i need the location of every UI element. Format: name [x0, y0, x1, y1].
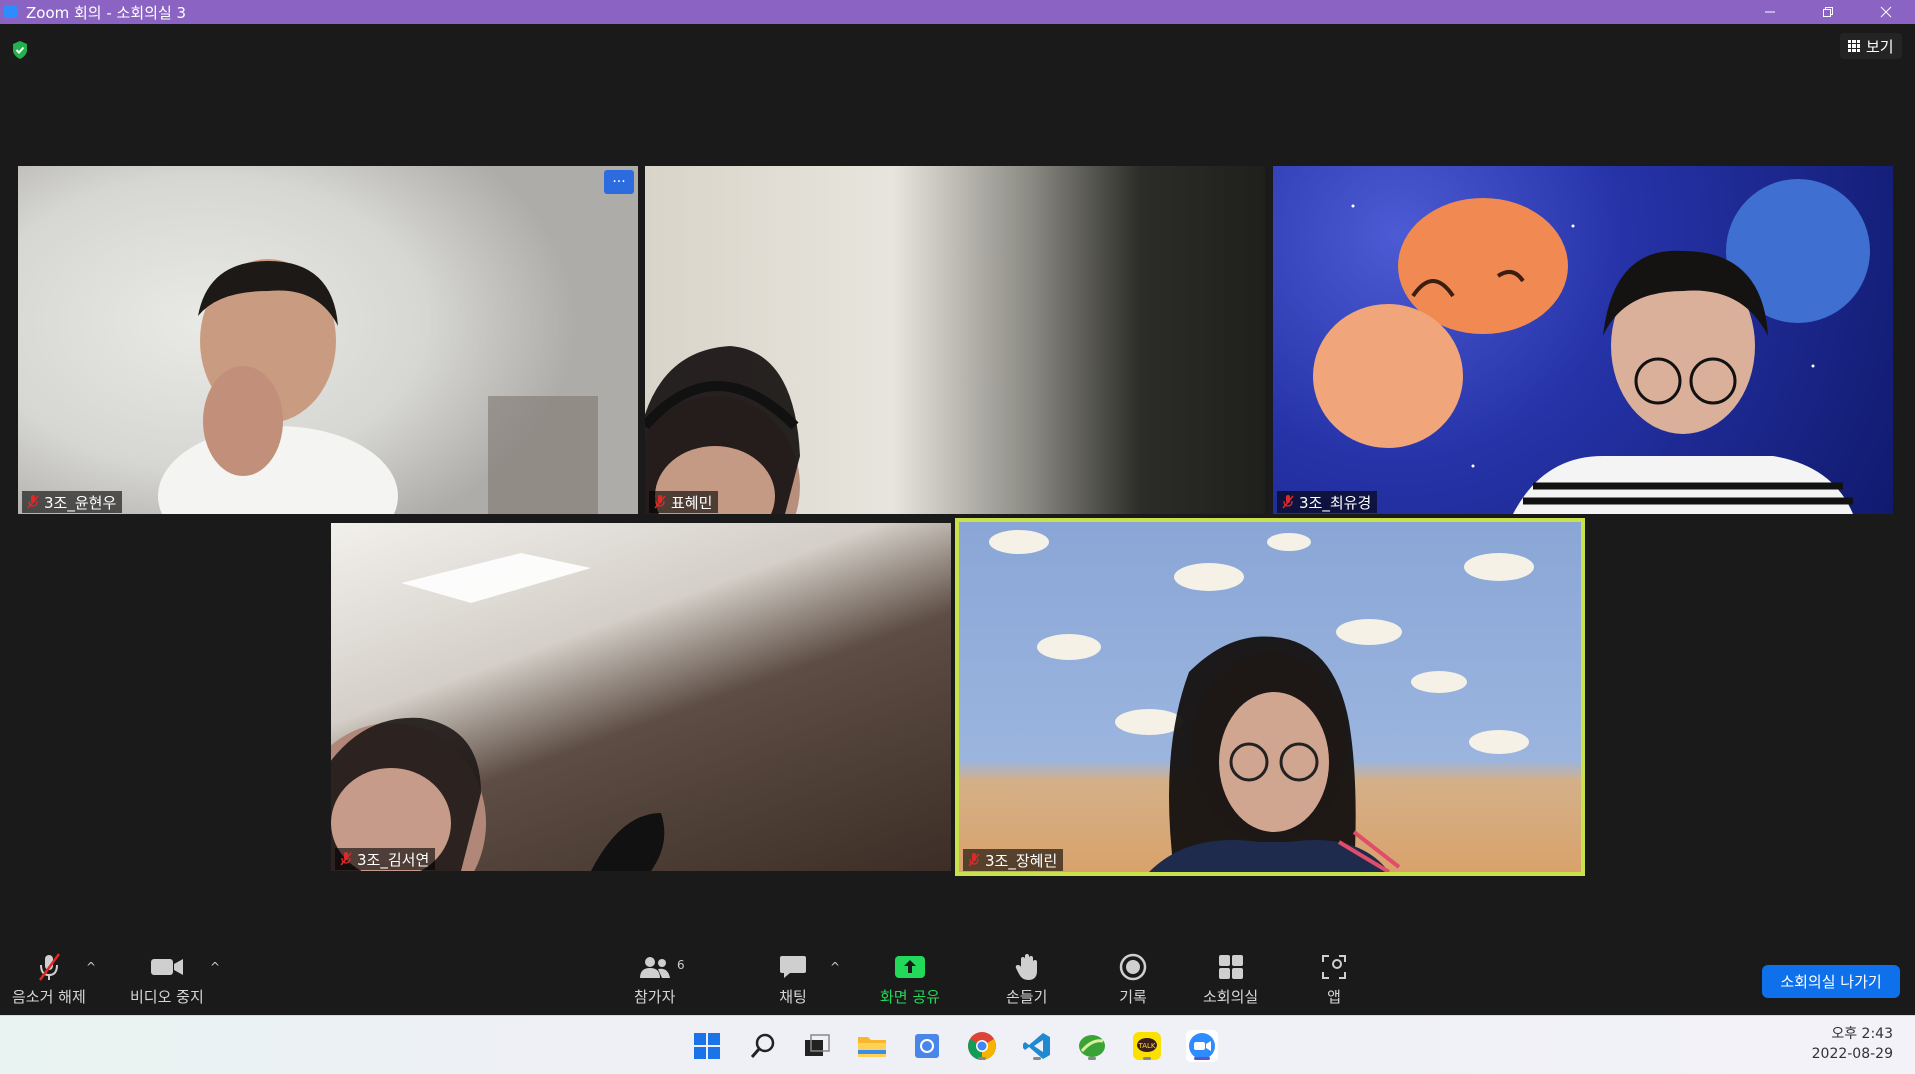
restore-button[interactable]	[1799, 0, 1857, 24]
leave-breakout-room-button[interactable]: 소회의실 나가기	[1762, 965, 1900, 998]
participant-name: 3조_김서연	[357, 850, 430, 869]
unmute-button[interactable]: 음소거 해제	[12, 952, 86, 1007]
chrome-icon[interactable]	[966, 1030, 998, 1062]
zoom-icon[interactable]	[1186, 1030, 1218, 1062]
breakout-rooms-icon	[1218, 955, 1243, 979]
participant-video	[1313, 179, 1870, 514]
stop-video-label: 비디오 중지	[130, 988, 204, 1006]
video-tile[interactable]: 3조_최유경	[1273, 166, 1893, 514]
participant-name-tag: 3조_장혜린	[963, 849, 1064, 871]
file-explorer-icon[interactable]	[856, 1030, 888, 1062]
clock-time: 오후 2:43	[1831, 1026, 1893, 1042]
video-camera-icon	[150, 959, 183, 975]
video-tile[interactable]: 표혜민	[645, 166, 1265, 514]
raise-hand-icon	[1015, 954, 1037, 980]
chat-options-chevron-icon[interactable]: ^	[830, 960, 840, 974]
meeting-toolbar: 음소거 해제 ^ 비디오 중지 ^ 참가자 6 채팅 ^ 화면 공유 손들기 기…	[0, 942, 1915, 1015]
mic-muted-icon	[38, 953, 60, 981]
participant-name-tag: 표혜민	[649, 491, 719, 513]
minimize-button[interactable]	[1741, 0, 1799, 24]
record-button[interactable]: 기록	[1119, 952, 1147, 1007]
tile-more-options-button[interactable]: ···	[604, 170, 634, 194]
unmute-label: 음소거 해제	[12, 988, 86, 1006]
share-screen-icon	[894, 956, 925, 978]
search-icon[interactable]	[747, 1030, 779, 1062]
share-screen-button[interactable]: 화면 공유	[880, 952, 940, 1007]
record-icon	[1119, 953, 1147, 981]
chat-label: 채팅	[779, 988, 807, 1006]
breakout-rooms-label: 소회의실	[1203, 988, 1259, 1006]
grid-view-icon	[1848, 40, 1860, 52]
chat-bubble-icon	[780, 956, 806, 978]
apps-button[interactable]: 앱	[1321, 952, 1347, 1007]
mic-muted-icon	[968, 853, 980, 867]
zoom-app-icon	[4, 6, 18, 18]
title-bar: Zoom 회의 - 소회의실 3	[0, 0, 1915, 24]
apps-label: 앱	[1327, 988, 1341, 1006]
apps-icon	[1322, 955, 1346, 979]
mic-muted-icon	[1282, 495, 1294, 509]
raise-hand-label: 손들기	[1006, 988, 1048, 1006]
shield-check-icon[interactable]	[11, 40, 29, 60]
participant-name-tag: 3조_최유경	[1277, 491, 1378, 513]
os-taskbar: TALK	[0, 1015, 1915, 1074]
clock-date: 2022-08-29	[1811, 1046, 1893, 1062]
view-button[interactable]: 보기	[1840, 33, 1902, 59]
participants-count: 6	[677, 958, 685, 972]
green-app-icon[interactable]	[1076, 1030, 1108, 1062]
window-title: Zoom 회의 - 소회의실 3	[26, 3, 187, 22]
kakaotalk-label: TALK	[1137, 1042, 1155, 1050]
close-icon	[1880, 6, 1892, 18]
participant-name: 3조_최유경	[1299, 493, 1372, 512]
chat-button[interactable]: 채팅	[779, 952, 807, 1007]
participant-name-tag: 3조_김서연	[335, 848, 436, 870]
kakaotalk-icon[interactable]: TALK	[1131, 1030, 1163, 1062]
mic-muted-icon	[654, 495, 666, 509]
video-tile[interactable]: 3조_김서연	[331, 523, 951, 871]
close-button[interactable]	[1857, 0, 1915, 24]
video-tile[interactable]: ··· 3조_윤현우	[18, 166, 638, 514]
participant-video	[331, 553, 665, 871]
windows-start-icon[interactable]	[691, 1030, 723, 1062]
view-label: 보기	[1866, 37, 1894, 56]
participants-label: 참가자	[634, 988, 676, 1006]
share-screen-label: 화면 공유	[880, 988, 940, 1006]
participant-name: 표혜민	[671, 493, 713, 512]
audio-options-chevron-icon[interactable]: ^	[86, 960, 96, 974]
participant-video	[158, 259, 598, 514]
mic-muted-icon	[340, 852, 352, 866]
vscode-icon[interactable]	[1021, 1030, 1053, 1062]
restore-icon	[1823, 7, 1833, 17]
mic-muted-icon	[27, 495, 39, 509]
participants-icon	[639, 957, 670, 978]
video-options-chevron-icon[interactable]: ^	[210, 960, 220, 974]
stop-video-button[interactable]: 비디오 중지	[130, 952, 204, 1007]
breakout-rooms-button[interactable]: 소회의실	[1203, 952, 1258, 1007]
settings-app-icon[interactable]	[911, 1030, 943, 1062]
participant-video	[645, 346, 800, 514]
participant-name: 3조_장혜린	[985, 851, 1058, 870]
minimize-icon	[1765, 11, 1775, 13]
record-label: 기록	[1119, 988, 1147, 1006]
task-view-icon[interactable]	[801, 1030, 833, 1062]
video-tile-active-speaker[interactable]: 3조_장혜린	[955, 518, 1585, 876]
system-clock[interactable]: 오후 2:43 2022-08-29	[1812, 1024, 1893, 1064]
participant-name: 3조_윤현우	[44, 493, 117, 512]
participant-name-tag: 3조_윤현우	[22, 491, 123, 513]
participants-button[interactable]: 참가자	[634, 952, 675, 1007]
participant-video	[989, 530, 1534, 872]
raise-hand-button[interactable]: 손들기	[1006, 952, 1047, 1007]
